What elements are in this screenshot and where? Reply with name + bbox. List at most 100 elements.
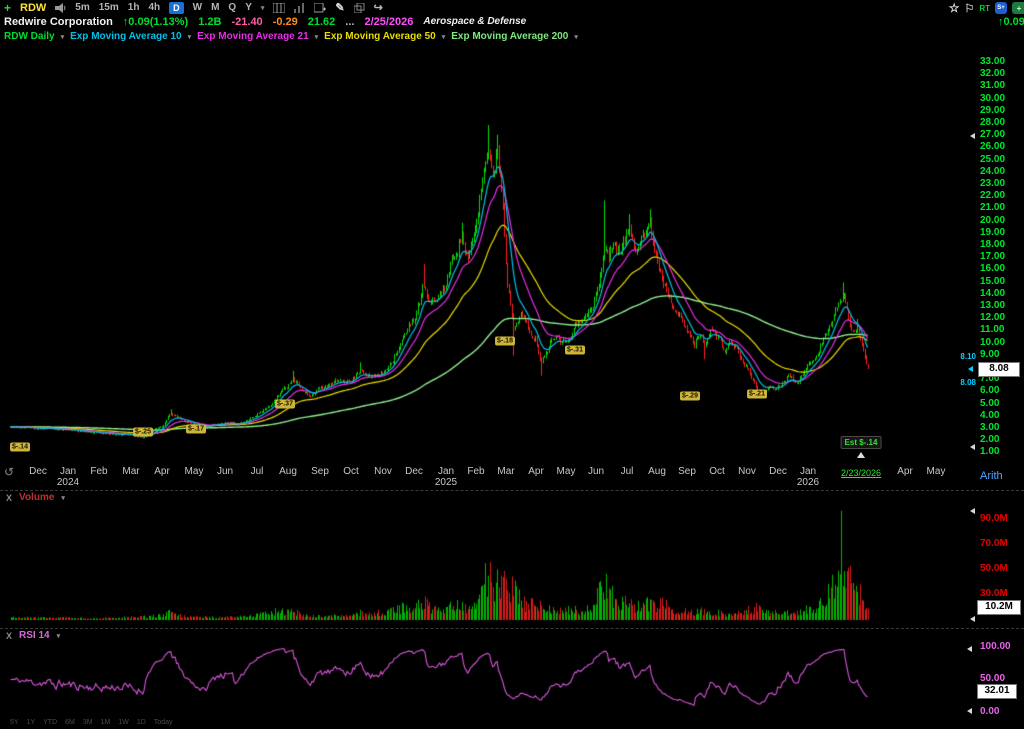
- add-symbol-icon[interactable]: +: [4, 1, 11, 15]
- price-axis-label: 10.00: [980, 338, 1005, 348]
- time-axis-month: Apr: [897, 466, 913, 477]
- time-axis-month: Sep: [311, 466, 329, 477]
- earnings-badge[interactable]: $-.37: [275, 400, 295, 409]
- price-axis-label: 18.00: [980, 240, 1005, 250]
- volume-chart[interactable]: [0, 505, 976, 621]
- volume-title[interactable]: Volume: [19, 492, 54, 503]
- range-1w[interactable]: 1W: [118, 719, 129, 726]
- ellipsis[interactable]: ...: [345, 16, 354, 28]
- flag-icon[interactable]: ⚐: [964, 2, 974, 15]
- range-5y[interactable]: 5Y: [10, 719, 19, 726]
- alerts-icon[interactable]: +: [1012, 2, 1024, 14]
- timeframe-monthly[interactable]: M: [211, 2, 219, 13]
- ema200-label[interactable]: Exp Moving Average 200: [451, 31, 568, 42]
- chart-layout-icon[interactable]: [273, 3, 285, 13]
- bar-chart-icon[interactable]: [294, 3, 305, 13]
- range-1d[interactable]: 1D: [137, 719, 146, 726]
- earnings-badge[interactable]: $-.14: [10, 443, 30, 452]
- time-axis-month: Mar: [497, 466, 514, 477]
- range-1m[interactable]: 1M: [101, 719, 111, 726]
- timeframe-15m[interactable]: 15m: [99, 2, 119, 13]
- range-today[interactable]: Today: [154, 719, 173, 726]
- rsi-chart[interactable]: [0, 643, 976, 716]
- draw-pencil-icon[interactable]: ✎: [335, 1, 344, 14]
- price-chart[interactable]: [0, 45, 976, 463]
- time-axis-month: Nov: [738, 466, 756, 477]
- rsi-title[interactable]: RSI 14: [19, 630, 50, 641]
- chevron-down-icon[interactable]: ▾: [61, 33, 65, 41]
- price-axis-label: 5.00: [980, 399, 999, 409]
- timeframe-dropdown-caret[interactable]: ▾: [261, 4, 265, 12]
- range-1y[interactable]: 1Y: [27, 719, 36, 726]
- scale-mode-label[interactable]: Arith: [980, 470, 1003, 482]
- volume-pane-header: X Volume ▾: [6, 492, 65, 503]
- indicator-row: RDW Daily ▾ Exp Moving Average 10 ▾ Exp …: [0, 29, 1024, 44]
- stat-pink: -21.40: [231, 16, 262, 28]
- timeframe-1h[interactable]: 1h: [128, 2, 140, 13]
- range-extreme-marker-icon: [970, 133, 975, 139]
- pane-separator: [0, 490, 1024, 491]
- timeframe-daily[interactable]: D: [169, 2, 184, 14]
- chevron-down-icon[interactable]: ▾: [574, 33, 578, 41]
- price-axis-label: 24.00: [980, 167, 1005, 177]
- price-axis-label: 32.00: [980, 69, 1005, 79]
- earnings-badge[interactable]: $-.18: [495, 337, 515, 346]
- earnings-badge[interactable]: $-.17: [186, 425, 206, 434]
- share-icon[interactable]: ↪: [374, 1, 383, 14]
- price-axis-label: 22.00: [980, 191, 1005, 201]
- sector-label: Aerospace & Defense: [423, 16, 526, 27]
- earnings-marker-icon[interactable]: [857, 452, 865, 458]
- main-series-label[interactable]: RDW Daily: [4, 31, 55, 42]
- next-earnings-date-label[interactable]: 2/23/2026: [841, 468, 881, 478]
- time-axis-month: Jul: [621, 466, 634, 477]
- earnings-badge[interactable]: $-.31: [565, 346, 585, 355]
- ema50-label[interactable]: Exp Moving Average 50: [324, 31, 436, 42]
- timeframe-yearly[interactable]: Y: [245, 2, 252, 13]
- earnings-estimate-badge[interactable]: Est $-.14: [841, 436, 882, 449]
- chevron-down-icon[interactable]: ▾: [61, 494, 65, 502]
- stat-orange: -0.29: [273, 16, 298, 28]
- quote-row: Redwire Corporation ↑0.09(1.13%) 1.2B -2…: [0, 14, 1024, 29]
- favorite-star-icon[interactable]: ☆: [949, 1, 960, 15]
- timeframe-4h[interactable]: 4h: [148, 2, 160, 13]
- time-axis-month: Jan2025: [435, 466, 457, 488]
- reset-view-icon[interactable]: ↺: [4, 465, 14, 479]
- range-6m[interactable]: 6M: [65, 719, 75, 726]
- megaphone-icon[interactable]: [55, 3, 66, 13]
- pane-separator: [0, 628, 1024, 629]
- timeframe-5m[interactable]: 5m: [75, 2, 89, 13]
- close-pane-button[interactable]: X: [6, 631, 12, 641]
- volume-badge: 10.2M: [977, 600, 1021, 615]
- close-pane-button[interactable]: X: [6, 493, 12, 503]
- chevron-down-icon[interactable]: ▾: [442, 33, 446, 41]
- price-axis-label: 1.00: [980, 447, 999, 457]
- copy-chart-icon[interactable]: [354, 3, 365, 13]
- time-axis-month: May: [185, 466, 204, 477]
- price-axis-label: 33.00: [980, 57, 1005, 67]
- range-ytd[interactable]: YTD: [43, 719, 57, 726]
- timeframe-quarterly[interactable]: Q: [228, 2, 236, 13]
- earnings-badge[interactable]: $-.21: [747, 390, 767, 399]
- timeframe-weekly[interactable]: W: [193, 2, 202, 13]
- add-chart-icon[interactable]: [314, 3, 326, 13]
- s-plus-icon[interactable]: S+: [995, 2, 1007, 14]
- ema21-label[interactable]: Exp Moving Average 21: [197, 31, 309, 42]
- chevron-down-icon[interactable]: ▾: [188, 33, 192, 41]
- symbol-label[interactable]: RDW: [20, 2, 46, 14]
- price-axis-label: 29.00: [980, 106, 1005, 116]
- rsi-axis-label: 100.00: [980, 642, 1011, 652]
- chevron-down-icon[interactable]: ▾: [315, 33, 319, 41]
- volume-axis-label: 30.0M: [980, 589, 1008, 599]
- earnings-badge[interactable]: $-.25: [133, 428, 153, 437]
- last-price-arrow-icon: [968, 366, 973, 372]
- ema10-label[interactable]: Exp Moving Average 10: [70, 31, 182, 42]
- chevron-down-icon[interactable]: ▾: [57, 632, 61, 640]
- stat-green: 21.62: [308, 16, 336, 28]
- time-axis-month: Apr: [154, 466, 170, 477]
- range-3m[interactable]: 3M: [83, 719, 93, 726]
- earnings-badge[interactable]: $-.29: [680, 392, 700, 401]
- price-axis-label: 16.00: [980, 264, 1005, 274]
- price-axis-label: 26.00: [980, 142, 1005, 152]
- time-axis-month: Oct: [709, 466, 725, 477]
- time-axis-month: Aug: [648, 466, 666, 477]
